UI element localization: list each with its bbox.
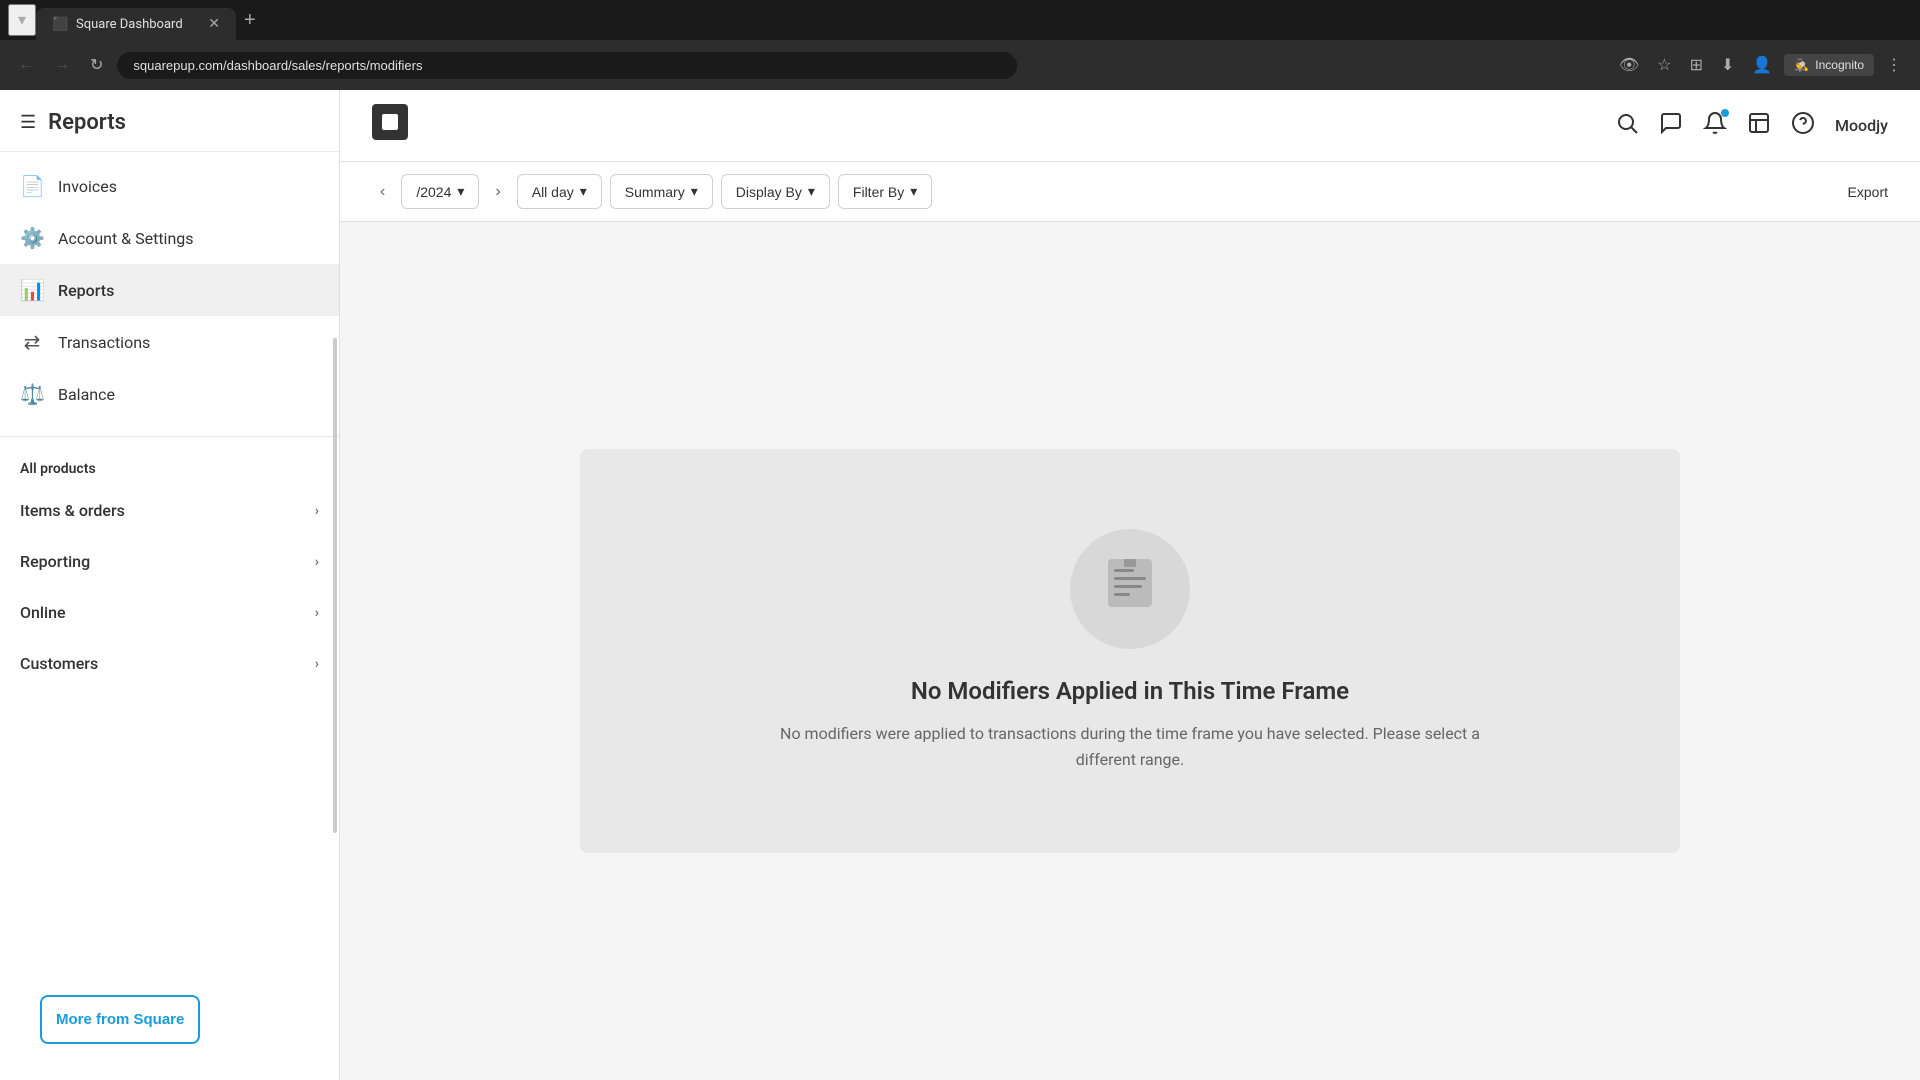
sidebar-item-balance[interactable]: ⚖️ Balance	[0, 368, 339, 420]
reload-button[interactable]: ↻	[84, 49, 109, 81]
balance-icon: ⚖️	[20, 382, 44, 406]
browser-chrome: ▾ ⬛ Square Dashboard ✕ + ← → ↻ 👁 ☆ ⊞ ⬇ 👤…	[0, 0, 1920, 90]
chevron-right-icon-2: ›	[315, 554, 319, 570]
online-label: Online	[20, 603, 66, 622]
date-next-button[interactable]: ›	[487, 179, 508, 205]
active-tab: ⬛ Square Dashboard ✕	[36, 8, 236, 40]
sidebar-label-reports: Reports	[58, 281, 114, 300]
reports-nav-button[interactable]	[1747, 111, 1771, 141]
incognito-icon: 🕵	[1794, 58, 1809, 72]
forward-button[interactable]: →	[48, 50, 76, 80]
sidebar-title: Reports	[48, 110, 126, 135]
chevron-right-icon-3: ›	[315, 605, 319, 621]
back-button[interactable]: ←	[12, 50, 40, 80]
new-tab-button[interactable]: +	[236, 5, 264, 36]
settings-icon: ⚙️	[20, 226, 44, 250]
chevron-right-icon-4: ›	[315, 656, 319, 672]
filters-bar: ‹ /2024 ▾ › All day ▾ Summary ▾ Display …	[340, 162, 1920, 222]
filter-by-chevron-icon: ▾	[910, 183, 917, 200]
sidebar-item-items-orders[interactable]: Items & orders ›	[0, 485, 339, 536]
search-button[interactable]	[1615, 111, 1639, 141]
app-container: ☰ Reports 📄 Invoices ⚙️ Account & Settin…	[0, 90, 1920, 1080]
more-from-square-button[interactable]: More from Square	[40, 995, 200, 1044]
download-icon[interactable]: ⬇	[1715, 49, 1740, 81]
main-header: Moodjy	[340, 90, 1920, 162]
empty-state-card: No Modifiers Applied in This Time Frame …	[580, 449, 1680, 852]
date-filter-label: /2024	[416, 184, 451, 200]
sidebar-item-invoices[interactable]: 📄 Invoices	[0, 160, 339, 212]
sidebar-divider	[0, 436, 339, 437]
export-button[interactable]: Export	[1848, 184, 1888, 200]
summary-chevron-icon: ▾	[691, 183, 698, 200]
menu-button[interactable]: ⋮	[1880, 49, 1908, 81]
time-chevron-icon: ▾	[580, 183, 587, 200]
invoices-icon: 📄	[20, 174, 44, 198]
sidebar-header: ☰ Reports	[0, 90, 339, 152]
sidebar: ☰ Reports 📄 Invoices ⚙️ Account & Settin…	[0, 90, 340, 1080]
empty-icon-circle	[1070, 529, 1190, 649]
toolbar-right: 👁 ☆ ⊞ ⬇ 👤 🕵 Incognito ⋮	[1613, 49, 1908, 81]
header-actions: Moodjy	[1615, 111, 1888, 141]
sidebar-item-online[interactable]: Online ›	[0, 587, 339, 638]
sidebar-label-transactions: Transactions	[58, 333, 150, 352]
display-by-label: Display By	[736, 184, 802, 200]
square-logo	[372, 104, 408, 147]
date-filter-button[interactable]: /2024 ▾	[401, 174, 479, 209]
user-menu[interactable]: Moodjy	[1835, 116, 1888, 135]
sidebar-label-account-settings: Account & Settings	[58, 229, 194, 248]
notification-dot	[1721, 109, 1729, 117]
main-content: Moodjy ‹ /2024 ▾ › All day ▾ Summary ▾ D…	[340, 90, 1920, 1080]
browser-tabs: ▾ ⬛ Square Dashboard ✕ +	[0, 0, 1920, 40]
tab-close-button[interactable]: ✕	[208, 16, 220, 32]
sidebar-item-transactions[interactable]: ⇄ Transactions	[0, 316, 339, 368]
display-by-filter-button[interactable]: Display By ▾	[721, 174, 830, 209]
date-chevron-icon: ▾	[457, 183, 464, 200]
filter-by-button[interactable]: Filter By ▾	[838, 174, 932, 209]
empty-state-container: No Modifiers Applied in This Time Frame …	[340, 222, 1920, 1080]
address-bar[interactable]	[117, 52, 1017, 79]
display-by-chevron-icon: ▾	[808, 183, 815, 200]
time-filter-label: All day	[532, 184, 574, 200]
transactions-icon: ⇄	[20, 330, 44, 354]
extensions-icon[interactable]: ⊞	[1684, 49, 1709, 81]
incognito-label: Incognito	[1815, 58, 1864, 72]
reporting-label: Reporting	[20, 552, 90, 571]
browser-toolbar: ← → ↻ 👁 ☆ ⊞ ⬇ 👤 🕵 Incognito ⋮	[0, 40, 1920, 90]
star-icon[interactable]: ☆	[1651, 49, 1677, 81]
empty-state-title: No Modifiers Applied in This Time Frame	[911, 677, 1349, 705]
hamburger-icon[interactable]: ☰	[20, 112, 36, 133]
empty-state-icon	[1100, 553, 1160, 626]
eye-icon[interactable]: 👁	[1613, 49, 1645, 81]
sidebar-footer: More from Square	[0, 959, 339, 1080]
reports-icon: 📊	[20, 278, 44, 302]
profile-icon[interactable]: 👤	[1746, 49, 1778, 81]
summary-filter-label: Summary	[625, 184, 685, 200]
time-filter-button[interactable]: All day ▾	[517, 174, 602, 209]
customers-label: Customers	[20, 654, 98, 673]
sidebar-scrollbar	[333, 90, 339, 1080]
empty-state-description: No modifiers were applied to transaction…	[780, 721, 1480, 772]
filter-by-label: Filter By	[853, 184, 904, 200]
items-orders-label: Items & orders	[20, 501, 125, 520]
date-prev-button[interactable]: ‹	[372, 179, 393, 205]
sidebar-item-customers[interactable]: Customers ›	[0, 638, 339, 689]
chevron-right-icon: ›	[315, 503, 319, 519]
tab-favicon: ⬛	[52, 16, 68, 32]
sidebar-nav: 📄 Invoices ⚙️ Account & Settings 📊 Repor…	[0, 152, 339, 428]
notifications-button[interactable]	[1703, 111, 1727, 141]
sidebar-item-reports[interactable]: 📊 Reports	[0, 264, 339, 316]
tab-list-button[interactable]: ▾	[8, 4, 36, 36]
sidebar-label-invoices: Invoices	[58, 177, 117, 196]
user-name: Moodjy	[1835, 116, 1888, 135]
summary-filter-button[interactable]: Summary ▾	[610, 174, 713, 209]
tab-title: Square Dashboard	[76, 17, 183, 32]
sidebar-scroll-thumb	[333, 338, 337, 833]
sidebar-label-balance: Balance	[58, 385, 115, 404]
help-button[interactable]	[1791, 111, 1815, 141]
sidebar-item-account-settings[interactable]: ⚙️ Account & Settings	[0, 212, 339, 264]
section-label-all-products: All products	[0, 445, 339, 485]
chat-button[interactable]	[1659, 111, 1683, 141]
sidebar-item-reporting[interactable]: Reporting ›	[0, 536, 339, 587]
incognito-button[interactable]: 🕵 Incognito	[1784, 54, 1874, 76]
